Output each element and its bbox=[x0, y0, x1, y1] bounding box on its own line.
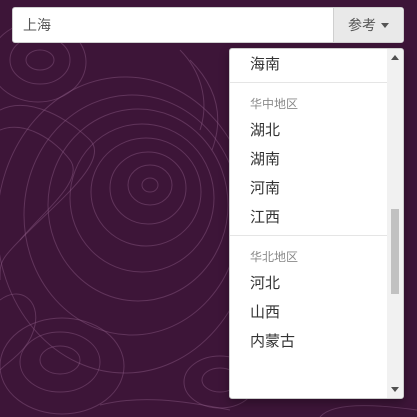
dropdown-option[interactable]: 山西 bbox=[230, 301, 387, 323]
scroll-thumb[interactable] bbox=[391, 209, 399, 294]
city-dropdown-menu: 海南华中地区湖北湖南河南江西华北地区河北山西内蒙古 bbox=[229, 48, 404, 399]
dropdown-option[interactable]: 江西 bbox=[230, 206, 387, 228]
dropdown-option[interactable]: 河南 bbox=[230, 177, 387, 199]
dropdown-option[interactable]: 内蒙古 bbox=[230, 330, 387, 352]
scroll-down-arrow-icon[interactable] bbox=[387, 381, 403, 398]
scroll-track[interactable] bbox=[387, 66, 403, 381]
dropdown-option[interactable]: 海南 bbox=[230, 53, 387, 75]
dropdown-items: 海南华中地区湖北湖南河南江西华北地区河北山西内蒙古 bbox=[230, 53, 387, 359]
dropdown-divider bbox=[230, 235, 387, 236]
dropdown-divider bbox=[230, 82, 387, 83]
dropdown-option[interactable]: 河北 bbox=[230, 272, 387, 294]
dropdown-scrollbar[interactable] bbox=[387, 49, 403, 398]
city-input-group: 参考 bbox=[12, 7, 404, 43]
reference-button-label: 参考 bbox=[348, 18, 376, 34]
caret-down-icon bbox=[381, 22, 389, 28]
city-input[interactable] bbox=[13, 8, 333, 42]
dropdown-group-header: 华中地区 bbox=[250, 97, 299, 111]
scroll-up-arrow-icon[interactable] bbox=[387, 49, 403, 66]
dropdown-group-header: 华北地区 bbox=[250, 250, 299, 264]
dropdown-option[interactable]: 湖南 bbox=[230, 148, 387, 170]
reference-dropdown-button[interactable]: 参考 bbox=[333, 8, 403, 42]
dropdown-option[interactable]: 湖北 bbox=[230, 119, 387, 141]
dropdown-list: 海南华中地区湖北湖南河南江西华北地区河北山西内蒙古 bbox=[230, 49, 387, 398]
